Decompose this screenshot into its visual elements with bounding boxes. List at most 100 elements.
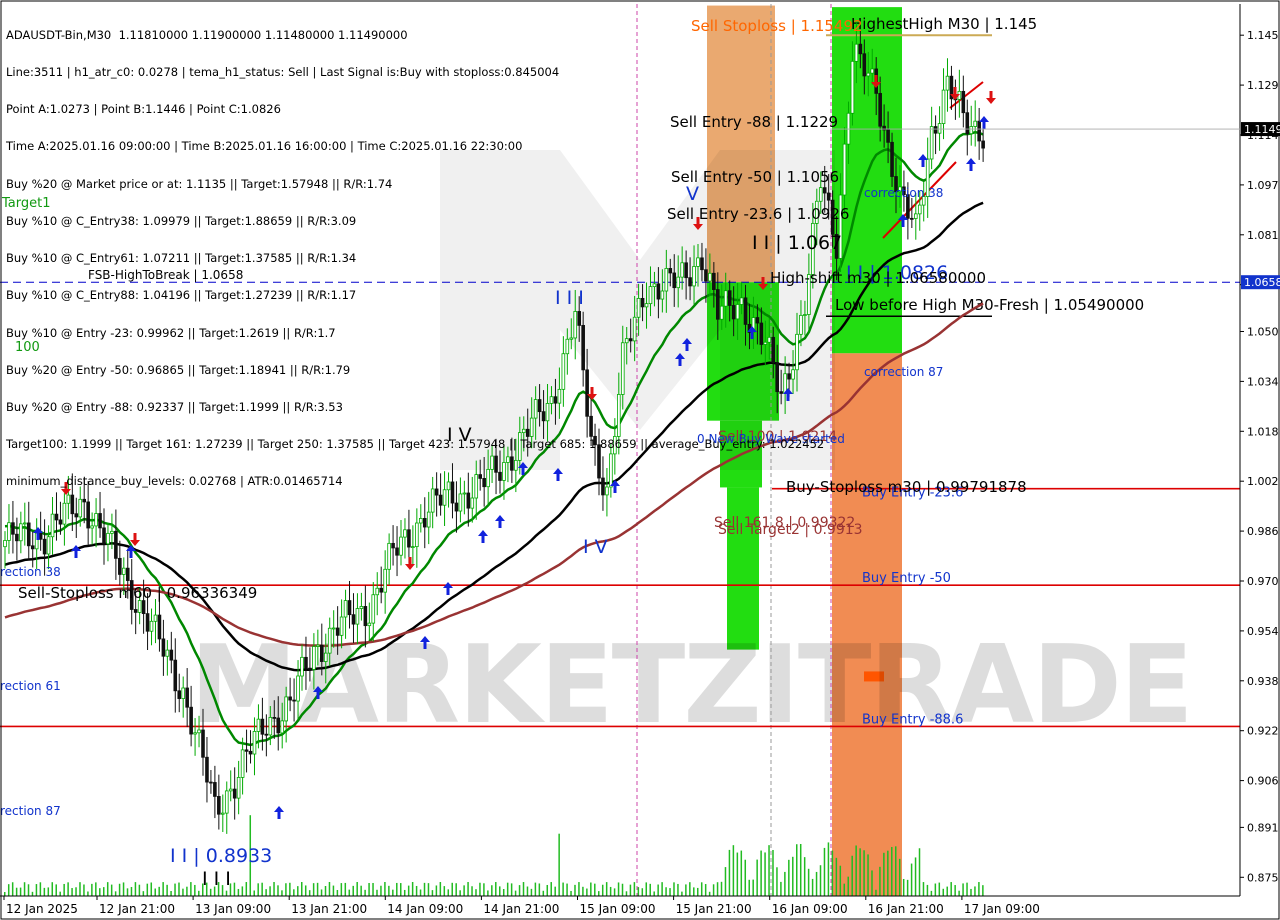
volume-bar	[700, 882, 703, 896]
y-tick-label: 1.145	[1247, 29, 1279, 42]
info-line: Target100: 1.1999 || Target 161: 1.27239…	[6, 437, 825, 452]
y-tick-label: 1.097	[1247, 179, 1279, 192]
volume-bar	[906, 879, 909, 896]
volume-bar	[126, 888, 129, 896]
volume-bar	[601, 884, 604, 896]
volume-bar	[174, 883, 176, 896]
volume-bar	[186, 886, 188, 896]
watermark-text: MARKETZITRADE	[190, 623, 1192, 748]
volume-bar	[491, 885, 493, 896]
volume-bar	[384, 882, 386, 896]
sell-arrow-icon	[986, 91, 996, 104]
volume-bar	[958, 890, 960, 896]
volume-bar	[613, 888, 616, 896]
volume-bar	[467, 882, 469, 896]
volume-bar	[475, 889, 477, 896]
candle-body	[137, 600, 142, 613]
volume-bar	[55, 884, 57, 896]
volume-bar	[142, 891, 145, 896]
volume-bar	[130, 886, 133, 896]
volume-bar	[162, 882, 164, 896]
volume-bar	[708, 891, 711, 896]
volume-bar	[328, 882, 331, 896]
volume-bar	[954, 885, 956, 896]
info-line: Buy %10 @ C_Entry61: 1.07211 || Target:1…	[6, 251, 357, 266]
volume-bar	[79, 882, 81, 896]
candle-body	[363, 606, 368, 627]
candle-body	[133, 609, 138, 613]
volume-bar	[720, 881, 723, 896]
candle-body	[878, 92, 882, 127]
volume-bar	[898, 858, 901, 896]
volume-bar	[277, 885, 279, 896]
volume-bar	[871, 870, 873, 896]
volume-bar	[562, 882, 564, 896]
volume-bar	[855, 845, 857, 896]
volume-bar	[352, 885, 354, 896]
volume-bar	[966, 882, 968, 896]
candle-body	[379, 587, 383, 593]
candle-body	[145, 613, 150, 632]
volume-bar	[760, 850, 762, 896]
volume-bar	[586, 888, 588, 896]
candle-body	[937, 123, 942, 134]
volume-bar	[934, 883, 937, 896]
sell-target2-label: Sell Target2 | 0.9913	[718, 522, 863, 538]
volume-bar	[419, 889, 422, 896]
volume-bar	[312, 883, 315, 896]
volume-bar	[938, 882, 941, 896]
volume-bar	[851, 855, 853, 896]
candle-body	[886, 129, 890, 143]
sell-arrow-icon	[405, 557, 415, 570]
y-tick-label: 0.970	[1247, 575, 1279, 588]
candle-body	[969, 126, 974, 135]
volume-bar	[641, 888, 644, 896]
candle-body	[854, 43, 859, 62]
volume-bar	[114, 891, 117, 896]
volume-bar	[15, 887, 18, 896]
volume-bar	[764, 852, 766, 896]
volume-bar	[483, 883, 485, 896]
candle-body	[42, 538, 47, 555]
correction-87-label: correction 87	[864, 365, 943, 379]
volume-bar	[190, 882, 192, 896]
candle-body	[3, 540, 7, 548]
candle-body	[90, 525, 94, 529]
candle-body	[58, 519, 63, 525]
candle-body	[910, 217, 914, 220]
info-line: Buy %10 @ Entry -23: 0.99962 || Target:1…	[6, 325, 336, 340]
volume-bar	[39, 882, 42, 896]
volume-bar	[146, 883, 149, 896]
volume-bar	[376, 889, 378, 896]
volume-bar	[427, 883, 430, 896]
info-line: Buy %20 @ Market price or at: 1.1135 || …	[6, 176, 393, 191]
volume-bar	[693, 887, 695, 896]
candle-body	[426, 511, 431, 528]
volume-bar	[522, 882, 525, 896]
volume-bar	[83, 884, 85, 896]
volume-bar	[605, 882, 608, 896]
volume-bar	[110, 884, 113, 896]
volume-bar	[31, 891, 34, 896]
candle-body	[941, 89, 946, 124]
candle-body	[213, 782, 217, 797]
candle-body	[280, 720, 284, 734]
volume-bar	[776, 867, 778, 896]
candle-body	[256, 718, 261, 732]
candle-body	[422, 518, 427, 528]
volume-bar	[859, 848, 861, 896]
volume-bar	[273, 882, 275, 896]
volume-bar	[308, 890, 311, 896]
x-tick-label: 15 Jan 21:00	[676, 902, 752, 916]
volume-bar	[435, 885, 438, 896]
volume-bar	[154, 888, 156, 896]
volume-bar	[883, 852, 885, 896]
volume-bar	[451, 882, 453, 896]
correction-61-left-label: rection 61	[0, 679, 61, 693]
candle-body	[917, 204, 922, 215]
volume-bar	[796, 844, 798, 896]
buy-arrow-icon	[966, 158, 976, 171]
volume-bar	[261, 882, 263, 896]
candle-body	[339, 616, 344, 636]
candle-body	[193, 732, 197, 735]
